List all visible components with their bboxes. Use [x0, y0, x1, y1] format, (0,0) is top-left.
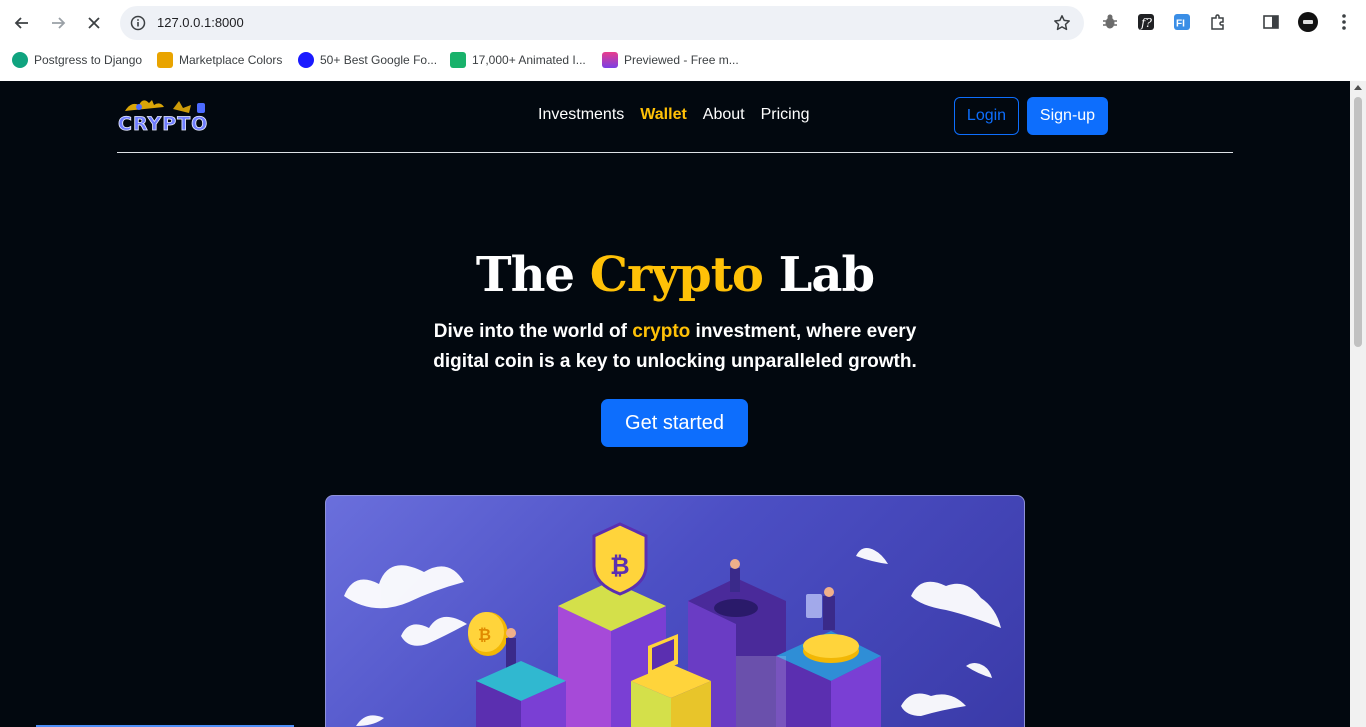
browser-chrome: 127.0.0.1:8000 f? FI Postgress to Django…: [0, 0, 1366, 81]
hero-subtitle-text: Dive into the world of: [433, 321, 633, 342]
bookmark-item[interactable]: 17,000+ Animated I...: [450, 50, 586, 70]
scrollbar-thumb[interactable]: [1354, 97, 1362, 347]
animated-icons-icon: [450, 52, 466, 68]
nav-link-investments[interactable]: Investments: [538, 106, 624, 124]
chatgpt-icon: [12, 52, 28, 68]
bookmark-label: 50+ Best Google Fo...: [320, 53, 438, 67]
font-extension-icon[interactable]: f?: [1135, 11, 1157, 33]
scroll-up-arrow-icon[interactable]: [1354, 85, 1362, 90]
web-page: CRYPTO Investments Wallet About Pricing …: [0, 81, 1350, 727]
hero-title-text: Lab: [762, 247, 875, 303]
arrow-right-icon: [52, 17, 66, 29]
bookmark-label: Marketplace Colors: [179, 53, 283, 67]
nav-link-pricing[interactable]: Pricing: [761, 106, 810, 124]
close-icon: [88, 17, 100, 29]
bookmark-item[interactable]: 50+ Best Google Fo...: [298, 50, 437, 70]
bookmark-label: 17,000+ Animated I...: [472, 53, 586, 67]
nav-link-about[interactable]: About: [703, 106, 745, 124]
marketplace-icon: [157, 52, 173, 68]
bookmark-item[interactable]: Marketplace Colors: [157, 50, 282, 70]
crypto-isometric-illustration: ₿ ₿: [325, 495, 1025, 727]
bookmarks-bar: Postgress to Django Marketplace Colors 5…: [0, 46, 1366, 74]
bookmark-label: Postgress to Django: [34, 53, 143, 67]
site-info-icon[interactable]: [128, 13, 148, 33]
bookmark-item[interactable]: Postgress to Django: [12, 50, 142, 70]
svg-text:f?: f?: [1140, 16, 1152, 30]
hero-title: The Crypto Lab: [0, 247, 1350, 303]
google-fonts-icon: [298, 52, 314, 68]
bug-extension-icon[interactable]: [1099, 11, 1121, 33]
site-logo[interactable]: CRYPTO: [117, 97, 215, 135]
main-nav: Investments Wallet About Pricing: [538, 106, 810, 124]
page-scrollbar[interactable]: [1350, 81, 1366, 727]
hero-subtitle-accent: crypto: [632, 321, 691, 342]
signup-button[interactable]: Sign-up: [1027, 97, 1108, 135]
login-button[interactable]: Login: [954, 97, 1019, 135]
arrow-left-icon: [14, 17, 28, 29]
get-started-button[interactable]: Get started: [601, 399, 748, 447]
url-text[interactable]: 127.0.0.1:8000: [157, 15, 244, 30]
back-button[interactable]: [8, 9, 36, 37]
address-bar[interactable]: 127.0.0.1:8000: [120, 6, 1084, 40]
forward-button[interactable]: [44, 9, 72, 37]
fi-extension-icon[interactable]: FI: [1171, 11, 1193, 33]
bookmark-label: Previewed - Free m...: [624, 53, 739, 67]
puzzle-extensions-icon[interactable]: [1207, 11, 1229, 33]
browser-toolbar: 127.0.0.1:8000 f? FI: [0, 0, 1366, 46]
svg-text:CRYPTO: CRYPTO: [118, 113, 208, 133]
nav-link-wallet[interactable]: Wallet: [640, 106, 687, 124]
bookmark-item[interactable]: Previewed - Free m...: [602, 50, 739, 70]
stop-loading-button[interactable]: [80, 9, 108, 37]
profile-avatar-icon[interactable]: [1297, 11, 1319, 33]
svg-text:FI: FI: [1176, 19, 1185, 30]
hero-title-accent: Crypto: [589, 247, 764, 303]
bookmark-star-icon[interactable]: [1052, 13, 1072, 33]
svg-text:₿: ₿: [478, 625, 491, 644]
previewed-icon: [602, 52, 618, 68]
hero-subtitle: Dive into the world of crypto investment…: [405, 317, 945, 377]
menu-dots-icon[interactable]: [1333, 11, 1355, 33]
navbar-divider: [117, 152, 1233, 153]
svg-text:₿: ₿: [610, 552, 630, 580]
hero-title-text: The: [475, 247, 590, 303]
side-panel-icon[interactable]: [1260, 11, 1282, 33]
